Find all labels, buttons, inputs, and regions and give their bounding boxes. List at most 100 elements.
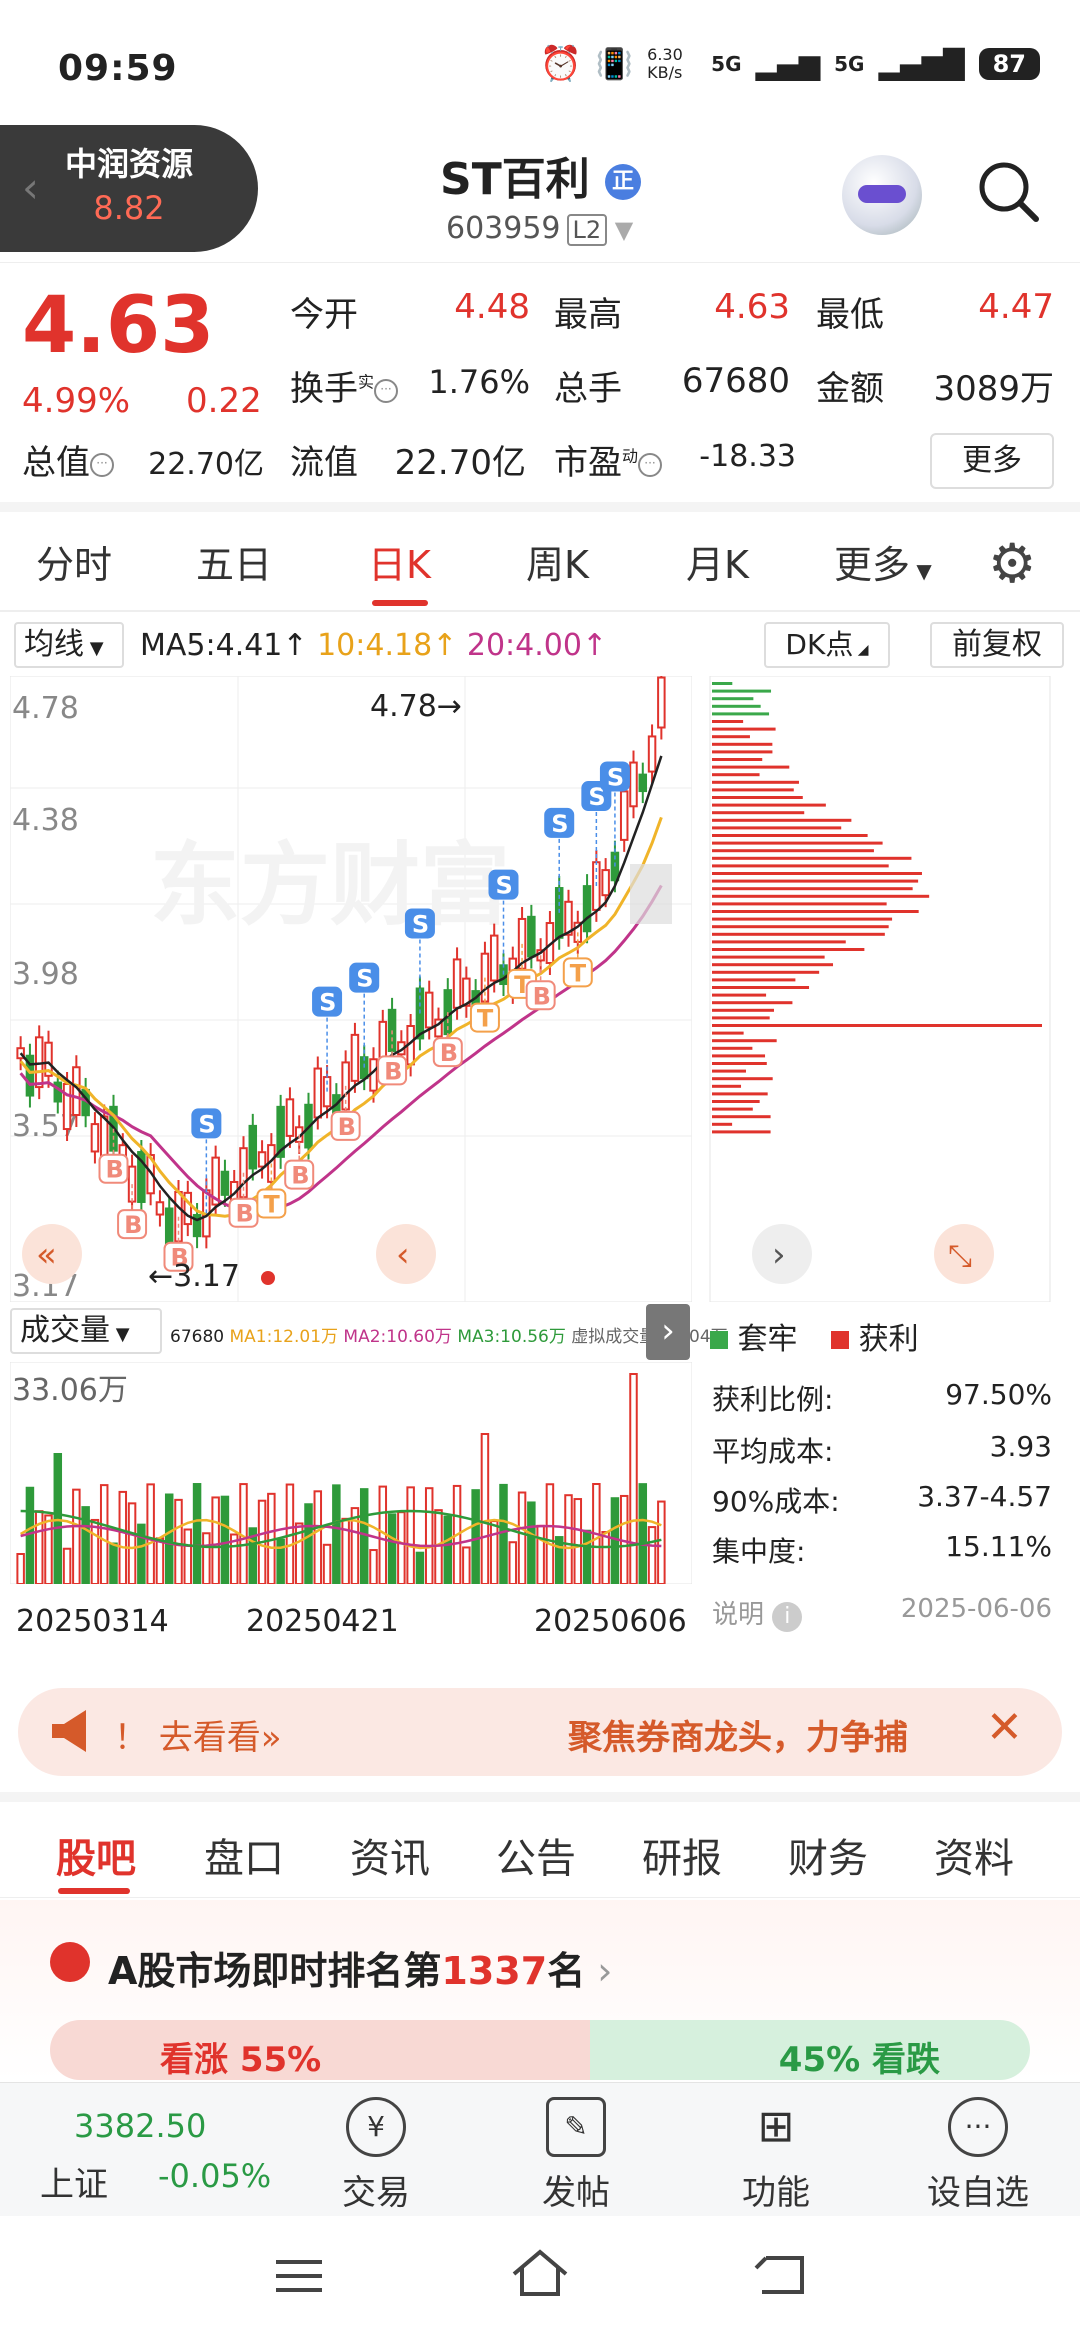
- trade-marker-label: S: [496, 872, 513, 900]
- high-label: 最高: [554, 295, 622, 335]
- nav-functions[interactable]: ⊞ 功能: [716, 2097, 836, 2214]
- volume-chart[interactable]: 33.06万: [10, 1362, 692, 1584]
- zoom-left-button[interactable]: ‹: [376, 1224, 436, 1284]
- more-button[interactable]: 更多: [930, 433, 1054, 489]
- tab-five-day[interactable]: 五日: [196, 534, 272, 589]
- trade-marker-label: B: [236, 1200, 254, 1228]
- tab-guba[interactable]: 股吧: [56, 1826, 136, 1884]
- chip-bar: [712, 780, 799, 784]
- kline-chart[interactable]: 东方财富 4.78 4.38 3.98 3.57 3.17 BBBSB TBSBS…: [10, 676, 692, 1302]
- tab-notice[interactable]: 公告: [496, 1826, 576, 1884]
- vote-up[interactable]: 看涨 55%: [50, 2020, 590, 2080]
- x-tick-0: 20250314: [16, 1604, 169, 1639]
- high-value: 4.63: [714, 287, 790, 327]
- mktcap-label: 总值 ···: [22, 435, 114, 484]
- current-price: 4.63: [22, 281, 215, 371]
- amount-value: 3089万: [933, 369, 1054, 409]
- stock-code-row[interactable]: 603959 L2 ▼: [446, 211, 633, 246]
- tab-more[interactable]: 更多 ▼: [834, 534, 932, 589]
- vote-down[interactable]: 45% 看跌: [590, 2020, 1030, 2080]
- promo-banner[interactable]: ！ 去看看» 聚焦券商龙头，力争捕 ✕: [18, 1688, 1062, 1776]
- margin-tag-icon: 正: [605, 164, 642, 200]
- candle-body: [424, 991, 434, 1029]
- chip-bar: [712, 818, 852, 822]
- back-icon[interactable]: [752, 2252, 808, 2296]
- trade-marker-label: T: [263, 1190, 280, 1218]
- chip-bar: [712, 1008, 774, 1012]
- candle-body: [257, 1151, 267, 1168]
- change-amount: 0.22: [186, 381, 262, 421]
- chip-distribution[interactable]: › ⤡: [700, 676, 1052, 1302]
- profit-color-swatch: [831, 1331, 850, 1349]
- expand-button[interactable]: ⤡: [934, 1224, 994, 1284]
- trade-marker-label: T: [570, 959, 587, 987]
- tab-news[interactable]: 资讯: [350, 1826, 430, 1884]
- info-dots-icon: ···: [638, 452, 663, 477]
- chip-bar: [712, 704, 761, 708]
- tab-intraday[interactable]: 分时: [36, 534, 112, 589]
- chip-bar: [712, 1031, 744, 1035]
- volume-select[interactable]: 成交量 ▼: [10, 1308, 162, 1354]
- vote-bar[interactable]: 看涨 55% 45% 看跌: [50, 2020, 1030, 2080]
- note-link[interactable]: 说明 i: [712, 1594, 803, 1632]
- volume-bar: [424, 1487, 434, 1584]
- gear-icon[interactable]: ⚙: [988, 532, 1036, 595]
- nav-post[interactable]: ✎ 发帖: [516, 2097, 636, 2214]
- home-icon[interactable]: [510, 2248, 570, 2298]
- trade-marker-label: B: [440, 1039, 458, 1067]
- volume-bar: [415, 1551, 425, 1584]
- nav-trade[interactable]: ¥ 交易: [316, 2097, 436, 2214]
- tab-research[interactable]: 研报: [642, 1826, 722, 1884]
- chip-bar: [712, 940, 846, 944]
- ma-select[interactable]: 均线 ▼: [14, 622, 124, 668]
- high-marker: 4.78→: [370, 689, 462, 724]
- adjust-button[interactable]: 前复权: [930, 622, 1064, 668]
- chip-bar: [712, 1016, 770, 1020]
- float-value: 22.70亿: [394, 443, 526, 483]
- tab-daily-k[interactable]: 日K: [368, 534, 431, 589]
- tab-weekly-k[interactable]: 周K: [526, 534, 589, 589]
- chip-bar: [712, 811, 805, 815]
- search-icon[interactable]: [978, 161, 1040, 223]
- chip-bar: [712, 773, 760, 777]
- y-tick-0: 4.78: [12, 691, 79, 726]
- chip-next-button[interactable]: ›: [752, 1224, 812, 1284]
- tab-monthly-k[interactable]: 月K: [686, 534, 749, 589]
- assistant-robot-icon[interactable]: [842, 155, 922, 235]
- candle-body: [452, 958, 462, 1009]
- volume-label: 总手: [554, 369, 622, 409]
- nav-add-watch[interactable]: ··· 设自选: [918, 2097, 1038, 2214]
- menu-icon[interactable]: [276, 2256, 324, 2296]
- banner-link[interactable]: ！ 去看看»: [114, 1710, 282, 1759]
- volume-bar: [601, 1531, 610, 1584]
- x-tick-1: 20250421: [246, 1604, 399, 1639]
- close-icon[interactable]: ✕: [986, 1702, 1023, 1753]
- volume-bar: [25, 1486, 35, 1584]
- volume-bar: [517, 1491, 527, 1584]
- scroll-left-button[interactable]: «: [22, 1224, 82, 1284]
- tab-pankou[interactable]: 盘口: [204, 1826, 284, 1884]
- x-axis-dates: 20250314 20250421 20250606: [0, 1604, 700, 1644]
- pe-label: 市盈动 ···: [554, 435, 663, 484]
- volume-value: 67680: [681, 361, 790, 401]
- stock-code: 603959: [446, 211, 561, 246]
- volume-bar: [564, 1494, 573, 1584]
- trade-marker-label: B: [106, 1156, 124, 1184]
- battery-icon: 87: [978, 48, 1040, 80]
- rank-section: A股市场即时排名第1337名 › 看涨 55% 45% 看跌: [0, 1900, 1080, 2080]
- chip-bar: [712, 834, 868, 837]
- volume-bar: [369, 1549, 378, 1584]
- rank-link[interactable]: A股市场即时排名第1337名 ›: [108, 1940, 612, 1995]
- candle-body: [220, 1170, 230, 1196]
- dk-point-button[interactable]: DK点 ◢: [764, 622, 890, 668]
- tab-finance[interactable]: 财务: [788, 1826, 868, 1884]
- chip-bar: [712, 803, 826, 807]
- volume-expand-button[interactable]: ›: [646, 1304, 690, 1360]
- volume-bar: [527, 1501, 536, 1584]
- index-value: 3382.50: [74, 2107, 207, 2145]
- index-change: -0.05%: [158, 2157, 272, 2195]
- tab-profile[interactable]: 资料: [934, 1826, 1014, 1884]
- volume-bar: [471, 1489, 480, 1584]
- back-stock-button[interactable]: ‹ 中润资源 8.82: [0, 125, 258, 252]
- trade-marker-label: B: [338, 1113, 356, 1141]
